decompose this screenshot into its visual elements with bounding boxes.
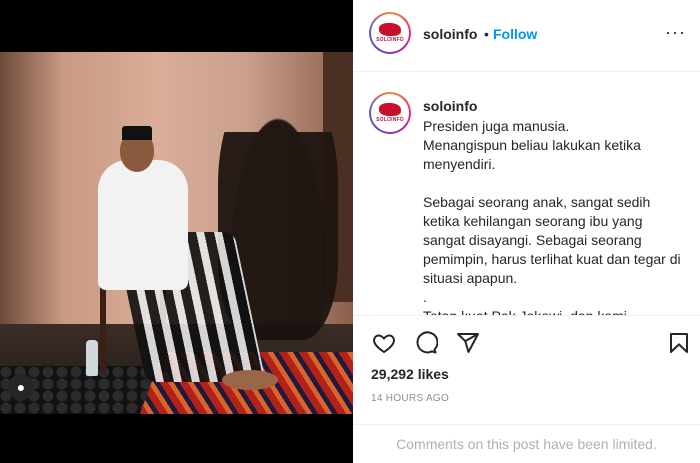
caption-username-link[interactable]: soloinfo bbox=[423, 98, 477, 114]
separator-dot: • bbox=[484, 26, 489, 42]
photo-person-foot bbox=[222, 370, 278, 390]
post-photo[interactable]: ● bbox=[0, 52, 353, 414]
likes-count[interactable]: 29,292 likes bbox=[371, 366, 449, 382]
caption-section: SOLOINFO soloinfo Presiden juga manusia.… bbox=[353, 72, 700, 316]
heart-icon[interactable] bbox=[371, 330, 397, 356]
avatar[interactable]: SOLOINFO bbox=[369, 12, 411, 54]
post-header: SOLOINFO soloinfo • Follow ··· bbox=[353, 0, 700, 72]
soloinfo-logo-icon bbox=[379, 103, 401, 116]
comments-limited-notice: Comments on this post have been limited. bbox=[353, 424, 700, 463]
post-timestamp[interactable]: 14 HOURS AGO bbox=[371, 393, 449, 404]
user-tag-icon[interactable]: ● bbox=[8, 374, 34, 400]
paper-plane-icon[interactable] bbox=[455, 330, 481, 356]
post-media-panel: ● bbox=[0, 0, 353, 463]
caption-avatar-inner: SOLOINFO bbox=[371, 94, 409, 132]
photo-water-bottle bbox=[86, 340, 98, 376]
post-details-panel: SOLOINFO soloinfo • Follow ··· SOLOINFO … bbox=[353, 0, 700, 463]
soloinfo-logo-icon bbox=[379, 23, 401, 36]
caption-avatar[interactable]: SOLOINFO bbox=[369, 92, 411, 134]
follow-button[interactable]: Follow bbox=[493, 26, 537, 42]
avatar-logo-text: SOLOINFO bbox=[376, 37, 404, 43]
photo-person-cap bbox=[122, 126, 152, 140]
caption-text: Presiden juga manusia. Menangispun belia… bbox=[423, 118, 681, 316]
bookmark-icon[interactable] bbox=[666, 330, 692, 356]
username-link[interactable]: soloinfo bbox=[423, 26, 477, 42]
user-tag-glyph: ● bbox=[16, 379, 26, 395]
caption-avatar-logo-text: SOLOINFO bbox=[376, 117, 404, 123]
avatar-inner: SOLOINFO bbox=[371, 14, 409, 52]
more-options-icon[interactable]: ··· bbox=[665, 22, 686, 43]
comment-icon[interactable] bbox=[413, 330, 439, 356]
photo-person-shirt bbox=[98, 160, 188, 290]
